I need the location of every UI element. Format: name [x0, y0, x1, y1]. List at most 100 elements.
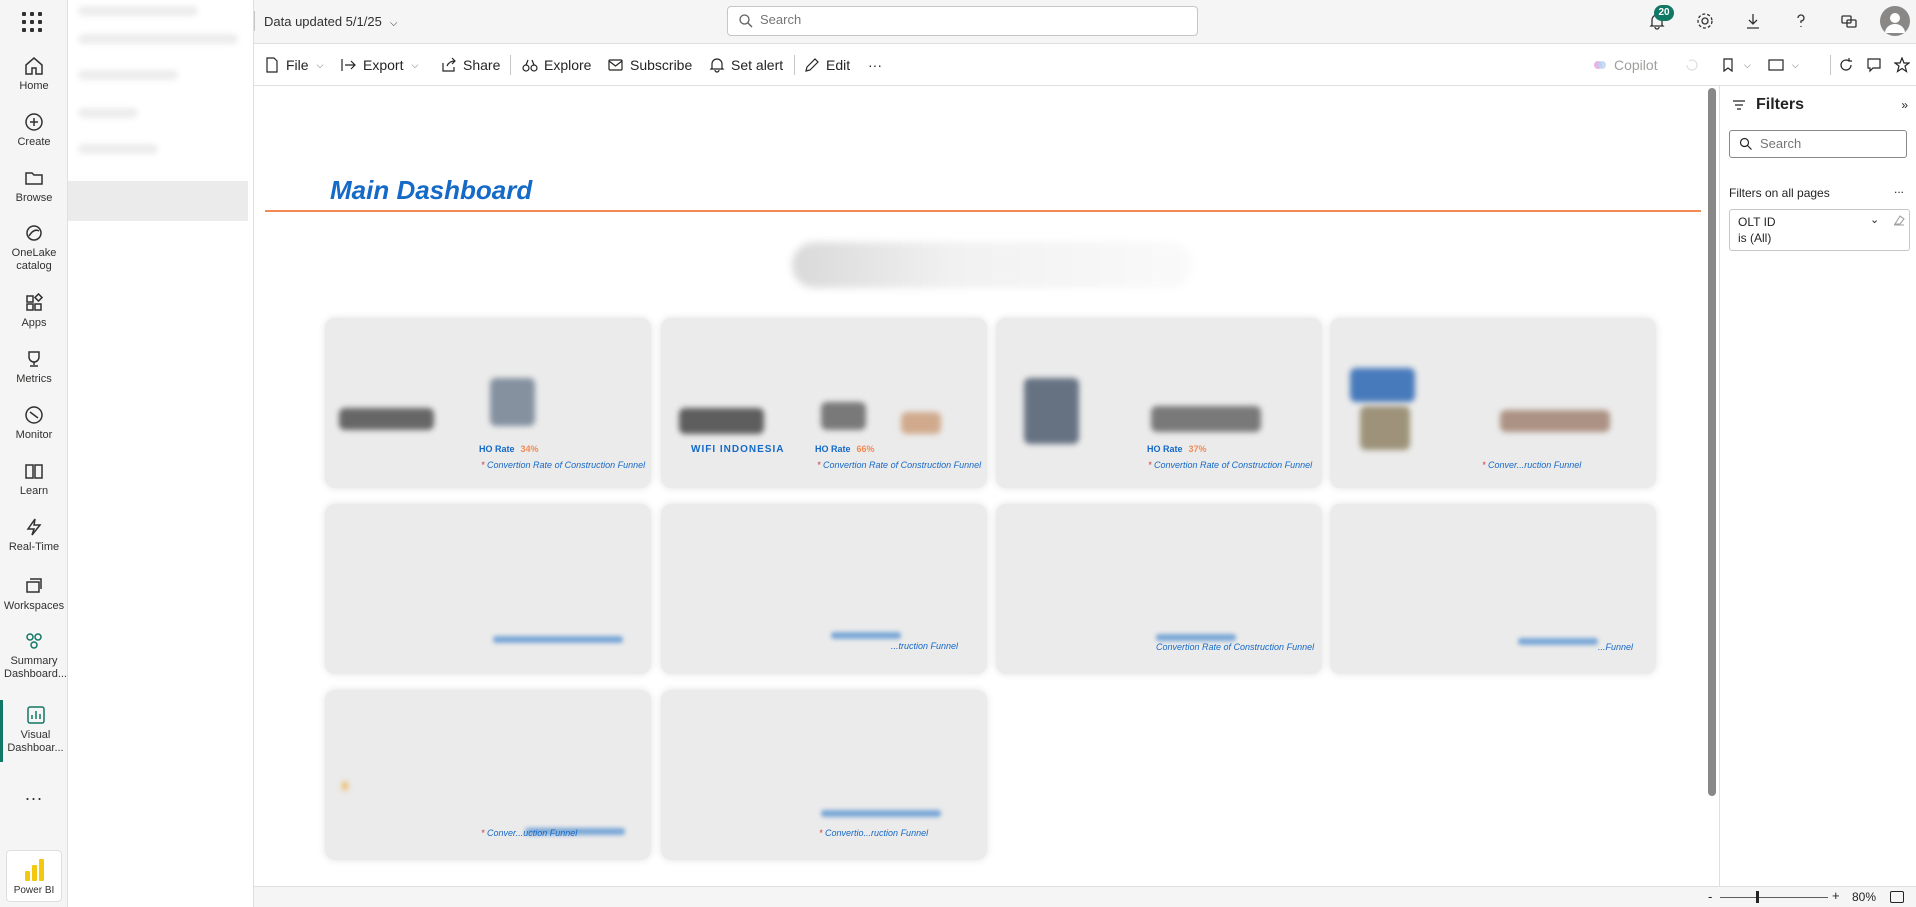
blurred-logo [339, 408, 434, 430]
onelake-icon [23, 222, 45, 244]
nav-summary-dashboard[interactable]: Summary Dashboard... [0, 630, 68, 681]
blurred-image [1151, 406, 1261, 432]
nav-workspaces[interactable]: Workspaces [0, 575, 68, 613]
blurred-image [1024, 378, 1079, 444]
zoom-level: 80% [1852, 890, 1877, 904]
clear-filter-icon[interactable] [1892, 213, 1906, 227]
view-icon[interactable]: ⌵ [1768, 54, 1799, 76]
nav-metrics[interactable]: Metrics [0, 348, 68, 386]
filters-search-input[interactable] [1760, 136, 1900, 151]
power-bi-switcher[interactable]: Power BI [6, 850, 62, 902]
nav-monitor[interactable]: Monitor [0, 404, 68, 442]
kpi-card[interactable]: HO Rate 34% * Convertion Rate of Construc… [325, 318, 651, 488]
blurred-page-entry[interactable] [78, 34, 238, 44]
nav-visual-dashboard[interactable]: Visual Dashboar... [0, 700, 68, 762]
plus-circle-icon [23, 111, 45, 133]
monitor-icon [23, 404, 45, 426]
collapse-filters-icon[interactable]: » [1901, 98, 1908, 112]
zoom-slider-thumb[interactable] [1756, 891, 1759, 903]
kpi-card[interactable]: ...truction Funnel [661, 504, 987, 674]
blurred-page-entry[interactable] [78, 6, 198, 16]
more-options-label: ··· [868, 57, 882, 73]
file-menu-button[interactable]: File ⌵ [264, 54, 323, 76]
card-footnote: * Convertion Rate of Construction Funnel [817, 460, 982, 470]
blurred-image [1360, 406, 1410, 450]
canvas-scrollbar[interactable] [1708, 88, 1716, 796]
pencil-icon [804, 57, 820, 73]
nav-create[interactable]: Create [0, 111, 68, 149]
selected-page-entry[interactable] [68, 181, 248, 221]
zoom-out-button[interactable]: - [1708, 889, 1712, 904]
nav-onelake-catalog[interactable]: OneLake catalog [0, 222, 68, 273]
blurred-image [490, 378, 535, 426]
kpi-card[interactable]: ...Funnel [1330, 504, 1656, 674]
kpi-card[interactable]: * Conver...ruction Funnel [1330, 318, 1656, 488]
filter-field-name: OLT ID [1738, 215, 1776, 229]
more-options-button[interactable]: ··· [868, 54, 882, 76]
kpi-card[interactable]: * Convertio...ruction Funnel [661, 690, 987, 860]
global-search[interactable] [727, 6, 1198, 36]
blurred-page-entry[interactable] [78, 70, 178, 80]
file-icon [264, 57, 280, 73]
export-menu-button[interactable]: Export ⌵ [341, 54, 418, 76]
card-footnote: ...Funnel [1598, 642, 1634, 652]
file-label: File [286, 57, 309, 73]
book-icon [23, 460, 45, 482]
avatar[interactable] [1880, 6, 1910, 36]
blurred-slicer[interactable] [792, 242, 1192, 288]
nav-browse[interactable]: Browse [0, 167, 68, 205]
download-icon[interactable] [1743, 11, 1763, 31]
card-footnote: * Convertio...ruction Funnel [819, 828, 929, 838]
help-icon[interactable] [1791, 11, 1811, 31]
filter-card-olt-id[interactable]: OLT ID is (All) ⌄ [1729, 209, 1910, 251]
nav-workspaces-label: Workspaces [3, 600, 65, 612]
blurred-footnote [1156, 634, 1236, 641]
fit-to-page-icon[interactable] [1890, 891, 1904, 903]
share-feedback-icon[interactable] [1839, 11, 1859, 31]
refresh-icon[interactable] [1838, 54, 1860, 76]
divider [254, 11, 255, 31]
data-updated-dropdown[interactable]: Data updated 5/1/25 ⌵ [264, 14, 397, 29]
card-brand: WIFI INDONESIA [691, 444, 785, 455]
bookmark-icon[interactable]: ⌵ [1720, 54, 1751, 76]
lightning-icon [23, 516, 45, 538]
trophy-icon [23, 348, 45, 370]
nav-learn[interactable]: Learn [0, 460, 68, 498]
kpi-card[interactable]: * Conver...uction Funnel [325, 690, 651, 860]
blurred-logo [679, 408, 764, 434]
filters-more-icon[interactable]: ... [1894, 182, 1904, 196]
explore-label: Explore [544, 57, 592, 73]
summary-dashboard-icon [23, 630, 45, 652]
kpi-card[interactable] [325, 504, 651, 674]
explore-button[interactable]: Explore [522, 54, 591, 76]
reset-icon[interactable] [1684, 54, 1706, 76]
copilot-button[interactable]: Copilot [1592, 54, 1658, 76]
nav-apps[interactable]: Apps [0, 292, 68, 330]
share-button[interactable]: Share [441, 54, 500, 76]
blurred-page-entry[interactable] [78, 144, 158, 154]
blurred-footnote [831, 632, 901, 639]
subscribe-label: Subscribe [630, 57, 693, 73]
edit-button[interactable]: Edit [804, 54, 850, 76]
favorite-star-icon[interactable] [1893, 54, 1916, 76]
subscribe-button[interactable]: Subscribe [608, 54, 692, 76]
nav-metrics-label: Metrics [16, 373, 52, 385]
app-launcher-icon[interactable] [22, 12, 46, 32]
global-search-input[interactable] [760, 12, 1180, 27]
divider [510, 55, 511, 75]
kpi-card[interactable]: WIFI INDONESIA HO Rate 66% * Convertion R… [661, 318, 987, 488]
blurred-footnote [1518, 638, 1598, 645]
filters-search[interactable] [1729, 130, 1907, 158]
nav-real-time[interactable]: Real-Time [0, 516, 68, 554]
zoom-in-button[interactable]: + [1832, 888, 1840, 903]
blurred-page-entry[interactable] [78, 108, 138, 118]
kpi-card[interactable]: Convertion Rate of Construction Funnel [996, 504, 1322, 674]
nav-more-icon[interactable]: ... [0, 784, 68, 805]
settings-gear-icon[interactable] [1695, 11, 1715, 31]
chevron-down-icon[interactable]: ⌄ [1870, 213, 1879, 226]
nav-home[interactable]: Home [0, 55, 68, 93]
zoom-slider[interactable] [1720, 897, 1828, 898]
kpi-card[interactable]: HO Rate 37% * Convertion Rate of Construc… [996, 318, 1322, 488]
set-alert-button[interactable]: Set alert [709, 54, 783, 76]
comment-icon[interactable] [1866, 54, 1888, 76]
